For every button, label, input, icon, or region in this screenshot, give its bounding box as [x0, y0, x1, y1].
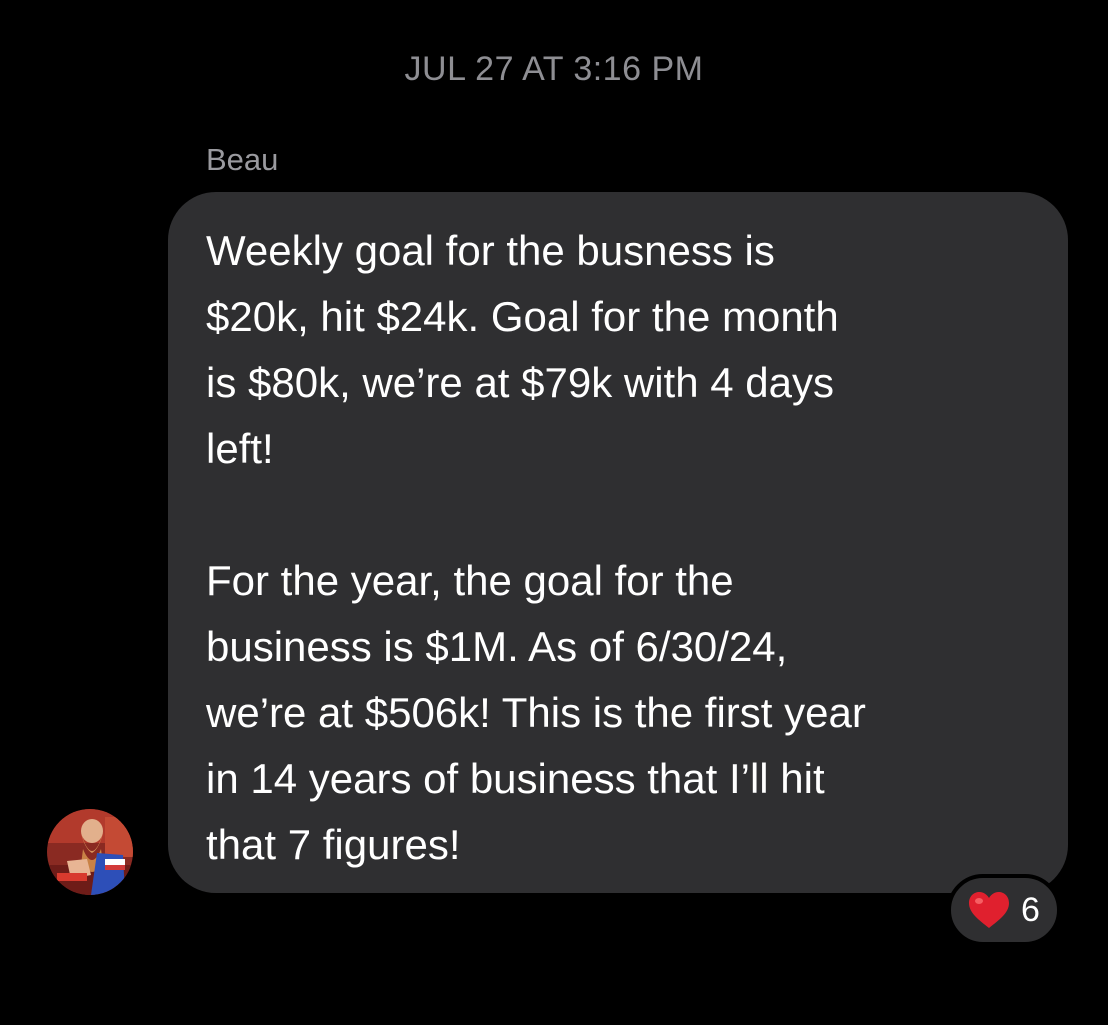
message-bubble[interactable]: Weekly goal for the busness is $20k, hit…	[168, 192, 1068, 893]
sender-avatar[interactable]	[47, 809, 133, 895]
red-heart-icon	[969, 892, 1009, 928]
reaction-count: 6	[1021, 890, 1040, 929]
user-avatar-photo-icon	[47, 809, 133, 895]
message-paragraph-1: Weekly goal for the busness is $20k, hit…	[206, 227, 839, 472]
reaction-badge[interactable]: 6	[947, 874, 1061, 946]
message-paragraph-2: For the year, the goal for the business …	[206, 557, 866, 868]
sender-name[interactable]: Beau	[206, 142, 278, 178]
message-timestamp: JUL 27 AT 3:16 PM	[404, 50, 704, 88]
